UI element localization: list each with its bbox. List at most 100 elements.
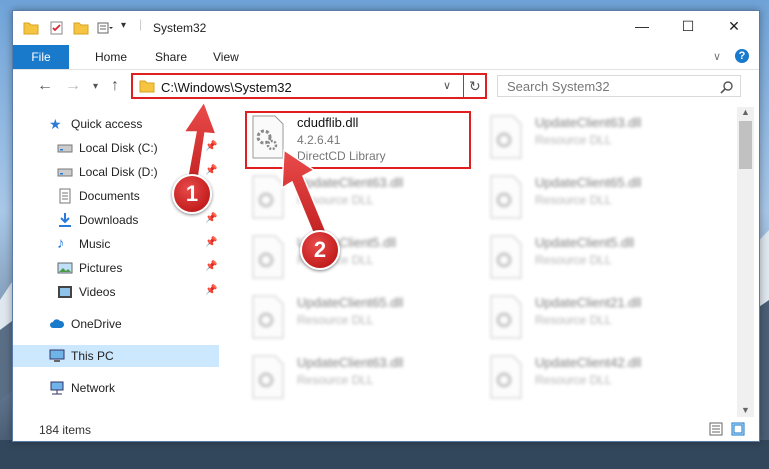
nav-videos[interactable]: Videos [57, 281, 115, 303]
address-divider [463, 73, 464, 99]
details-view-icon[interactable] [709, 422, 723, 436]
recent-locations-icon[interactable]: ▾ [93, 81, 98, 92]
dll-file-icon [252, 235, 284, 279]
file-name: cdudflib.dll [297, 115, 359, 130]
file-item[interactable]: UpdateClient65.dll Resource DLL [483, 171, 713, 227]
file-item[interactable]: UpdateClient5.dll Resource DLL [245, 231, 475, 287]
title-bar: ▾ | System32 — ☐ ✕ [13, 11, 759, 45]
scroll-thumb[interactable] [739, 121, 752, 169]
customize-toolbar-icon[interactable] [97, 21, 113, 35]
forward-arrow-icon[interactable]: → [65, 77, 81, 95]
file-type: Resource DLL [535, 373, 612, 387]
dll-file-icon [252, 175, 284, 219]
file-name: UpdateClient21.dll [535, 295, 642, 310]
search-box[interactable]: Search System32 [497, 75, 741, 97]
properties-icon[interactable] [49, 21, 65, 35]
nav-quick-access[interactable]: ★ Quick access [49, 113, 142, 135]
music-icon: ♪ [57, 235, 65, 252]
dll-file-icon [490, 235, 522, 279]
file-name: UpdateClient63.dll [297, 175, 404, 190]
close-button[interactable]: ✕ [711, 11, 757, 41]
file-type: Resource DLL [297, 313, 374, 327]
nav-this-pc[interactable]: This PC [49, 345, 114, 367]
search-icon [720, 81, 733, 94]
nav-network[interactable]: Network [49, 377, 115, 399]
nav-downloads[interactable]: Downloads [57, 209, 138, 231]
scroll-down-icon[interactable]: ▼ [741, 405, 750, 415]
file-item[interactable]: UpdateClient5.dll Resource DLL [483, 231, 713, 287]
dll-file-icon [490, 175, 522, 219]
file-name: UpdateClient65.dll [535, 175, 642, 190]
file-name: UpdateClient65.dll [297, 295, 404, 310]
downloads-icon [59, 213, 71, 227]
tab-view[interactable]: View [213, 50, 239, 64]
up-arrow-icon[interactable]: ↑ [111, 77, 119, 95]
step-1-badge: 1 [172, 174, 212, 214]
folder-icon [23, 22, 39, 35]
refresh-icon[interactable]: ↻ [469, 78, 481, 95]
dll-file-icon [490, 355, 522, 399]
pin-icon[interactable]: 📌 [205, 285, 217, 296]
expand-ribbon-icon[interactable]: ∨ [713, 50, 721, 63]
vertical-scrollbar[interactable]: ▲ ▼ [737, 107, 754, 417]
address-path: C:\Windows\System32 [161, 80, 292, 95]
file-version: 4.2.6.41 [297, 133, 341, 147]
file-type: Resource DLL [297, 373, 374, 387]
nav-documents[interactable]: Documents [57, 185, 140, 207]
pictures-icon [57, 262, 73, 274]
tab-share[interactable]: Share [155, 50, 187, 64]
file-item[interactable]: UpdateClient63.dll Resource DLL [483, 111, 713, 167]
file-type: Resource DLL [535, 193, 612, 207]
cloud-icon [50, 319, 65, 328]
file-item[interactable]: UpdateClient63.dll Resource DLL [245, 351, 475, 407]
dll-file-icon [252, 355, 284, 399]
file-item[interactable]: UpdateClient21.dll Resource DLL [483, 291, 713, 347]
file-item-cdudflib[interactable]: cdudflib.dll 4.2.6.41 DirectCD Library [245, 111, 475, 167]
nav-pictures[interactable]: Pictures [57, 257, 122, 279]
file-name: UpdateClient63.dll [535, 115, 642, 130]
pin-icon[interactable]: 📌 [205, 141, 217, 152]
address-row: ← → ▾ ↑ C:\Windows\System32 ∨ ↻ Search S… [13, 69, 759, 103]
new-folder-icon[interactable] [73, 21, 89, 35]
dll-file-icon [252, 295, 284, 339]
drive-icon [57, 144, 73, 153]
nav-local-disk-d[interactable]: Local Disk (D:) [57, 161, 158, 183]
pin-icon[interactable]: 📌 [205, 237, 217, 248]
nav-local-disk-c[interactable]: Local Disk (C:) [57, 137, 158, 159]
large-icons-view-icon[interactable] [731, 422, 745, 436]
file-type: Resource DLL [535, 133, 612, 147]
title-separator: | [139, 17, 143, 31]
file-name: UpdateClient63.dll [297, 355, 404, 370]
scroll-up-icon[interactable]: ▲ [741, 107, 750, 117]
back-arrow-icon[interactable]: ← [37, 77, 53, 95]
navigation-pane: ★ Quick access Local Disk (C:) 📌 Local D… [13, 107, 219, 407]
documents-icon [59, 188, 71, 204]
file-item[interactable]: UpdateClient42.dll Resource DLL [483, 351, 713, 407]
drive-icon [57, 168, 73, 177]
nav-onedrive[interactable]: OneDrive [49, 313, 122, 335]
quick-access-dropdown-icon[interactable]: ▾ [121, 20, 126, 31]
maximize-button[interactable]: ☐ [665, 11, 711, 41]
file-type: Resource DLL [535, 253, 612, 267]
minimize-button[interactable]: — [619, 11, 665, 41]
help-icon[interactable]: ? [735, 49, 749, 63]
file-name: UpdateClient5.dll [535, 235, 635, 250]
address-bar[interactable]: C:\Windows\System32 ∨ ↻ [131, 73, 487, 99]
pin-icon[interactable]: 📌 [205, 261, 217, 272]
network-icon [50, 381, 64, 395]
folder-icon [139, 80, 155, 93]
file-description: DirectCD Library [297, 149, 386, 163]
pin-icon[interactable]: 📌 [205, 213, 217, 224]
search-input[interactable]: Search System32 [507, 79, 610, 94]
file-item[interactable]: UpdateClient63.dll Resource DLL [245, 171, 475, 227]
tab-home[interactable]: Home [95, 50, 127, 64]
computer-icon [49, 349, 65, 362]
address-dropdown-icon[interactable]: ∨ [443, 79, 451, 92]
pin-icon[interactable]: 📌 [205, 165, 217, 176]
nav-music[interactable]: ♪ Music [57, 233, 110, 255]
file-name: UpdateClient42.dll [535, 355, 642, 370]
tab-file[interactable]: File [13, 45, 69, 69]
file-item[interactable]: UpdateClient65.dll Resource DLL [245, 291, 475, 347]
file-type: Resource DLL [535, 313, 612, 327]
explorer-window: ▾ | System32 — ☐ ✕ File Home Share View … [12, 10, 760, 442]
